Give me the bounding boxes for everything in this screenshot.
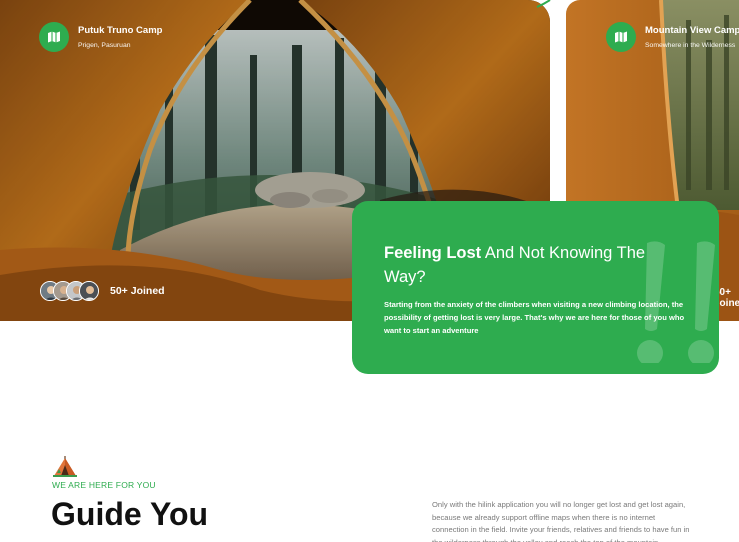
map-icon [39,22,69,52]
joined-group: 50+ Joined [40,281,165,301]
location-badge: Putuk Truno Camp Prigen, Pasuruan [39,22,162,52]
card-body: Starting from the anxiety of the climber… [384,300,685,335]
feeling-lost-card: Feeling Lost And Not Knowing The Way? St… [352,201,719,374]
camp-name: Putuk Truno Camp [78,24,163,36]
camp-location: Somewhere in the Wilderness [645,41,736,49]
section-eyebrow: WE ARE HERE FOR YOU [52,480,156,490]
camp-name: Mountain View Camp [645,24,739,36]
avatar-stack [40,281,99,301]
card-title: Feeling Lost And Not Knowing The Way? [384,241,684,289]
joined-count: 50+ Joined [110,285,165,297]
location-badge: Mountain View Camp Somewhere in the Wild… [606,22,739,52]
section-title: Guide You [51,496,209,532]
camp-location: Prigen, Pasuruan [78,41,131,49]
decorative-arc [536,0,551,8]
section-description: Only with the hilink application you wil… [432,500,690,542]
card-title-bold: Feeling Lost [384,244,482,262]
avatar [79,281,99,301]
map-icon [606,22,636,52]
tent-icon [53,456,77,477]
